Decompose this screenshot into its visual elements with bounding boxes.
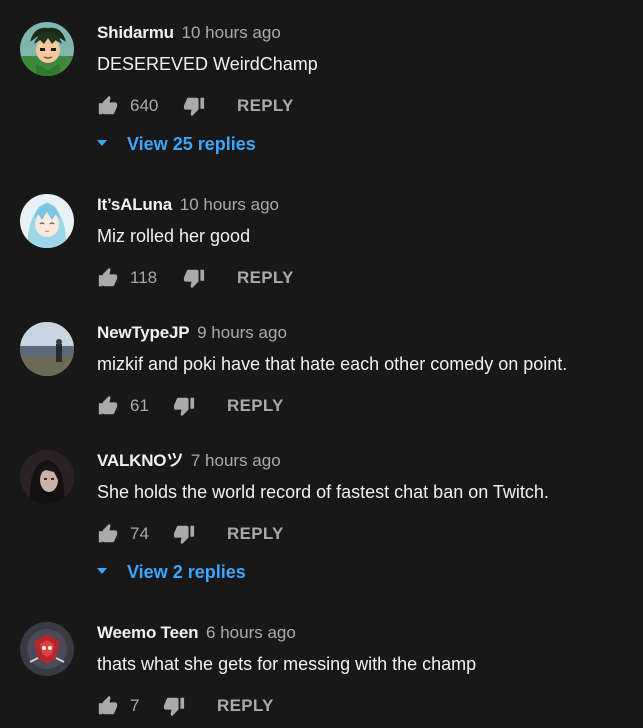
comment-text: She holds the world record of fastest ch… bbox=[97, 482, 549, 502]
thumbs-up-icon[interactable] bbox=[97, 695, 119, 717]
thumbs-down-icon[interactable] bbox=[173, 395, 195, 417]
comment-header: It’sALuna 10 hours ago bbox=[97, 195, 279, 215]
caret-down-icon bbox=[97, 140, 107, 146]
reply-button[interactable]: REPLY bbox=[237, 95, 294, 117]
caret-down-icon bbox=[97, 568, 107, 574]
reply-button[interactable]: REPLY bbox=[227, 523, 284, 545]
reply-button[interactable]: REPLY bbox=[227, 395, 284, 417]
red-mech-avatar[interactable] bbox=[20, 622, 74, 676]
comment-author[interactable]: VALKNOツ bbox=[97, 451, 183, 470]
dark-portrait-avatar[interactable] bbox=[20, 450, 74, 504]
comment-author[interactable]: Weemo Teen bbox=[97, 623, 198, 642]
comment-timestamp[interactable]: 7 hours ago bbox=[191, 451, 281, 470]
comment-text: mizkif and poki have that hate each othe… bbox=[97, 354, 568, 374]
comment-text: Miz rolled her good bbox=[97, 226, 251, 246]
comment-timestamp[interactable]: 10 hours ago bbox=[180, 195, 279, 214]
thumbs-down-icon[interactable] bbox=[173, 523, 195, 545]
comment-author[interactable]: Shidarmu bbox=[97, 23, 174, 42]
like-count: 74 bbox=[130, 524, 149, 543]
thumbs-up-icon[interactable] bbox=[97, 267, 119, 289]
thumbs-down-icon[interactable] bbox=[163, 695, 185, 717]
landscape-photo-avatar[interactable] bbox=[20, 322, 74, 376]
view-replies-label: View 2 replies bbox=[127, 562, 246, 582]
like-count: 118 bbox=[130, 268, 158, 287]
thumbs-down-icon[interactable] bbox=[183, 267, 205, 289]
comment-author[interactable]: NewTypeJP bbox=[97, 323, 190, 342]
anime-girl-blue-hair-avatar[interactable] bbox=[20, 194, 74, 248]
comment-header: Shidarmu 10 hours ago bbox=[97, 23, 281, 43]
comment-text: thats what she gets for messing with the… bbox=[97, 654, 477, 674]
comment-header: VALKNOツ 7 hours ago bbox=[97, 451, 281, 471]
like-count: 7 bbox=[130, 696, 140, 715]
comments-section: Shidarmu 10 hours ago DESEREVED WeirdCha… bbox=[0, 0, 643, 728]
comment-header: Weemo Teen 6 hours ago bbox=[97, 623, 296, 643]
comment-timestamp[interactable]: 9 hours ago bbox=[197, 323, 287, 342]
reply-button[interactable]: REPLY bbox=[217, 695, 274, 717]
reply-button[interactable]: REPLY bbox=[237, 267, 294, 289]
view-replies-label: View 25 replies bbox=[127, 134, 256, 154]
comment-timestamp[interactable]: 6 hours ago bbox=[206, 623, 296, 642]
comment-timestamp[interactable]: 10 hours ago bbox=[182, 23, 281, 42]
like-count: 640 bbox=[130, 96, 159, 115]
anime-boy-green-avatar[interactable] bbox=[20, 22, 74, 76]
like-count: 61 bbox=[130, 396, 149, 415]
comment-author[interactable]: It’sALuna bbox=[97, 195, 172, 214]
thumbs-up-icon[interactable] bbox=[97, 95, 119, 117]
thumbs-up-icon[interactable] bbox=[97, 523, 119, 545]
thumbs-up-icon[interactable] bbox=[97, 395, 119, 417]
thumbs-down-icon[interactable] bbox=[183, 95, 205, 117]
comment-header: NewTypeJP 9 hours ago bbox=[97, 323, 287, 343]
comment-text: DESEREVED WeirdChamp bbox=[97, 54, 318, 74]
